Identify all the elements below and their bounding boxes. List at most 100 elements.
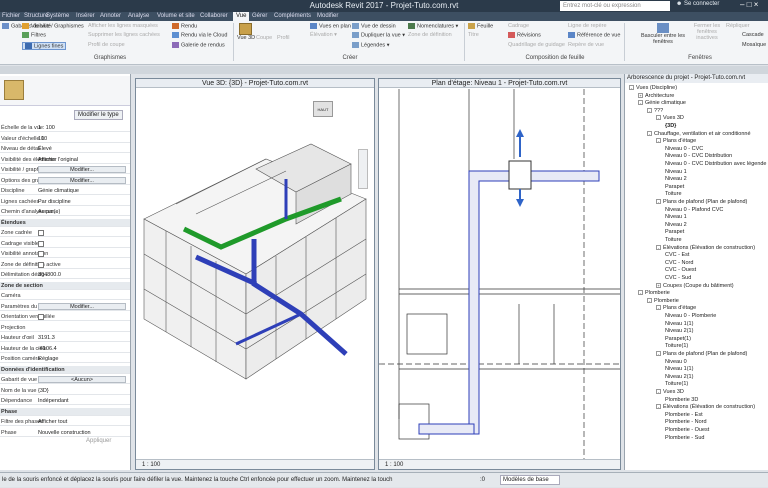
tab-modifier[interactable]: Modifier bbox=[317, 12, 338, 21]
tree-item[interactable]: Niveau 2 bbox=[665, 176, 687, 183]
tree-item[interactable]: Niveau 0 - CVC bbox=[665, 146, 703, 153]
collapse-icon[interactable]: - bbox=[647, 297, 652, 303]
tree-item[interactable]: CVC - Ouest bbox=[665, 267, 696, 274]
collapse-icon[interactable]: - bbox=[656, 351, 661, 357]
elevation-button[interactable]: Élévation ▾ bbox=[310, 32, 337, 38]
titleblock-button[interactable]: Titre bbox=[468, 32, 479, 38]
collapse-icon[interactable]: - bbox=[656, 199, 661, 205]
tree-item[interactable]: Niveau 1 bbox=[665, 169, 687, 176]
view-reference-button[interactable]: Référence de vue bbox=[568, 32, 620, 38]
tree-item[interactable]: - Plans de plafond (Plan de plafond) bbox=[656, 199, 747, 206]
property-checkbox[interactable] bbox=[38, 261, 44, 268]
tree-item[interactable]: Plomberie - Ouest bbox=[665, 427, 709, 434]
plan-views-button[interactable]: Vues en plan ▾ bbox=[310, 23, 355, 29]
tab-vue[interactable]: Vue bbox=[233, 12, 250, 21]
3d-view-scale[interactable]: 1 : 100 bbox=[142, 462, 160, 468]
tree-item[interactable]: -??? bbox=[647, 108, 663, 115]
property-edit-button[interactable]: Modifier... bbox=[38, 166, 126, 173]
sheet-button[interactable]: Feuille bbox=[468, 23, 493, 29]
property-row[interactable]: Niveau de détail Élevé bbox=[0, 145, 130, 153]
tree-item[interactable]: Niveau 1 bbox=[665, 214, 687, 221]
tree-item[interactable]: Niveau 0 - Plomberie bbox=[665, 313, 716, 320]
tree-item[interactable]: Parapet bbox=[665, 229, 684, 236]
matchline-button[interactable]: Ligne de repère bbox=[568, 23, 607, 29]
cadrage-button[interactable]: Cadrage bbox=[508, 23, 529, 29]
switch-windows-button[interactable]: Basculer entre les fenêtres bbox=[640, 23, 686, 45]
collapse-icon[interactable]: - bbox=[638, 100, 643, 106]
tab-structure[interactable]: Structure bbox=[24, 12, 48, 21]
tree-item[interactable]: Niveau 2(1) bbox=[665, 374, 693, 381]
viewcube-face[interactable]: HAUT bbox=[313, 101, 333, 117]
guide-grid-button[interactable]: Quadrillage de guidage bbox=[508, 42, 565, 48]
property-checkbox[interactable] bbox=[38, 230, 44, 236]
property-row[interactable]: Gabarit de vue <Aucun> bbox=[0, 376, 130, 384]
property-row[interactable]: Discipline Génie climatique bbox=[0, 187, 130, 195]
property-edit-button[interactable]: Modifier... bbox=[38, 176, 126, 184]
type-selector[interactable] bbox=[0, 76, 130, 106]
callout-button[interactable]: Profil bbox=[277, 35, 290, 41]
tree-item[interactable]: Parapet bbox=[665, 184, 684, 191]
collapse-icon[interactable]: - bbox=[656, 305, 661, 311]
tab-analyse[interactable]: Analyse bbox=[128, 12, 149, 21]
tab-collaborer[interactable]: Collaborer bbox=[200, 12, 228, 21]
maximize-icon[interactable]: □ bbox=[747, 0, 752, 9]
property-row[interactable]: Phase bbox=[0, 407, 130, 416]
tab-annoter[interactable]: Annoter bbox=[100, 12, 121, 21]
property-checkbox[interactable] bbox=[38, 314, 44, 320]
viewcube[interactable]: HAUT bbox=[313, 95, 339, 121]
filters-button[interactable]: Filtres bbox=[22, 32, 46, 38]
render-button[interactable]: Rendu bbox=[172, 23, 197, 29]
section-button[interactable]: Coupe bbox=[256, 35, 272, 41]
property-row[interactable]: Hauteur d'œil 3191.3 bbox=[0, 334, 130, 342]
tree-item[interactable]: Plomberie - Nord bbox=[665, 419, 707, 426]
tree-item[interactable]: Parapet(1) bbox=[665, 336, 691, 343]
tab-fichier[interactable]: Fichier bbox=[2, 12, 20, 21]
tree-item[interactable]: Niveau 2(1) bbox=[665, 328, 693, 335]
property-row[interactable]: Zone de section bbox=[0, 281, 130, 290]
tab-inserer[interactable]: Insérer bbox=[76, 12, 95, 21]
property-row[interactable]: Paramètres du rendu Modifier... bbox=[0, 302, 130, 311]
property-row[interactable]: Zone cadrée bbox=[0, 229, 130, 237]
expand-icon[interactable]: + bbox=[638, 92, 643, 98]
tree-item[interactable]: + Coupes (Coupe du bâtiment) bbox=[656, 283, 734, 290]
tree-item[interactable]: - Plans de plafond (Plan de plafond) bbox=[656, 351, 747, 358]
show-hidden-lines-button[interactable]: Afficher les lignes masquées bbox=[88, 23, 158, 29]
tile-button[interactable]: Mosaïque bbox=[742, 42, 766, 48]
property-row[interactable]: Projection bbox=[0, 324, 130, 332]
collapse-icon[interactable]: - bbox=[656, 389, 661, 395]
tree-item[interactable]: - Vues 3D bbox=[656, 389, 684, 396]
cut-profile-button[interactable]: Profil de coupe bbox=[88, 42, 125, 48]
property-row[interactable]: Visibilité annotation bbox=[0, 250, 130, 258]
tree-item[interactable]: Niveau 0 bbox=[665, 359, 687, 366]
remove-hidden-lines-button[interactable]: Supprimer les lignes cachées bbox=[88, 32, 160, 38]
tree-item[interactable]: Toiture(1) bbox=[665, 381, 688, 388]
property-row[interactable]: Orientation verrouillée bbox=[0, 313, 130, 321]
3d-model-canvas[interactable] bbox=[136, 89, 374, 459]
help-search-input[interactable]: Entrez mot-clé ou expression bbox=[560, 1, 670, 11]
3d-view-window[interactable]: Vue 3D: {3D} - Projet-Tuto.com.rvt HAUT bbox=[135, 78, 375, 470]
property-row[interactable]: Caméra bbox=[0, 292, 130, 300]
expand-icon[interactable]: + bbox=[656, 282, 661, 288]
drafting-view-button[interactable]: Vue de dessin bbox=[352, 23, 396, 29]
tree-item[interactable]: - Élévations (Élévation de construction) bbox=[656, 245, 755, 252]
collapse-icon[interactable]: - bbox=[656, 115, 661, 121]
tree-item[interactable]: CVC - Nord bbox=[665, 260, 693, 267]
tree-item[interactable]: Niveau 0 - Plafond CVC bbox=[665, 207, 723, 214]
collapse-icon[interactable]: - bbox=[647, 130, 652, 136]
scope-box-button[interactable]: Zone de définition bbox=[408, 32, 452, 38]
tree-item[interactable]: - Génie climatique bbox=[638, 100, 686, 107]
property-row[interactable]: Position caméra Réglage bbox=[0, 355, 130, 363]
tree-item[interactable]: Plomberie 3D bbox=[665, 397, 698, 404]
window-controls[interactable]: – □ × bbox=[740, 0, 768, 12]
property-row[interactable]: Délimitation désig... 304800.0 bbox=[0, 271, 130, 279]
tab-complements[interactable]: Compléments bbox=[274, 12, 311, 21]
property-edit-button[interactable]: Modifier... bbox=[38, 302, 126, 310]
property-row[interactable]: Étendues bbox=[0, 218, 130, 227]
collapse-icon[interactable]: - bbox=[656, 244, 661, 250]
cascade-button[interactable]: Cascade bbox=[742, 32, 764, 38]
collapse-icon[interactable]: - bbox=[638, 290, 643, 296]
property-edit-button[interactable]: <Aucun> bbox=[38, 376, 126, 383]
close-inactive-button[interactable]: Fermer les fenêtres inactives bbox=[692, 23, 722, 41]
property-row[interactable]: Échelle de la vue 1 : 100 bbox=[0, 124, 130, 132]
tree-item[interactable]: Niveau 1(1) bbox=[665, 366, 693, 373]
